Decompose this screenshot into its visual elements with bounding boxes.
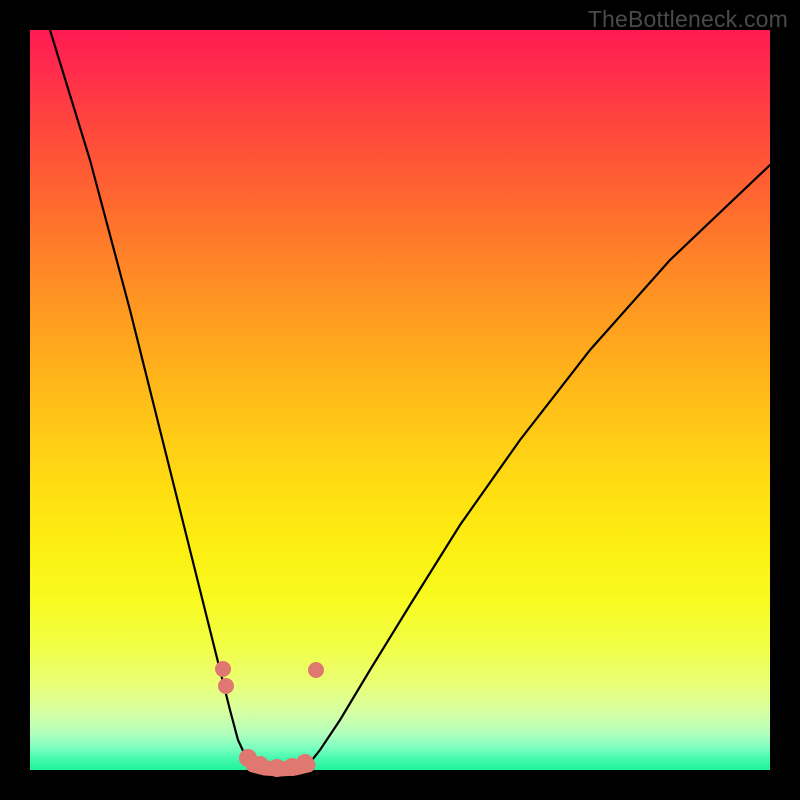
curve-right-branch bbox=[308, 165, 770, 765]
data-marker bbox=[215, 661, 231, 677]
data-marker bbox=[308, 662, 324, 678]
data-marker bbox=[296, 754, 314, 772]
data-marker bbox=[218, 678, 234, 694]
curve-left-branch bbox=[50, 30, 253, 765]
data-marker bbox=[251, 756, 269, 774]
watermark-text: TheBottleneck.com bbox=[588, 6, 788, 33]
chart-svg-overlay bbox=[30, 30, 770, 770]
